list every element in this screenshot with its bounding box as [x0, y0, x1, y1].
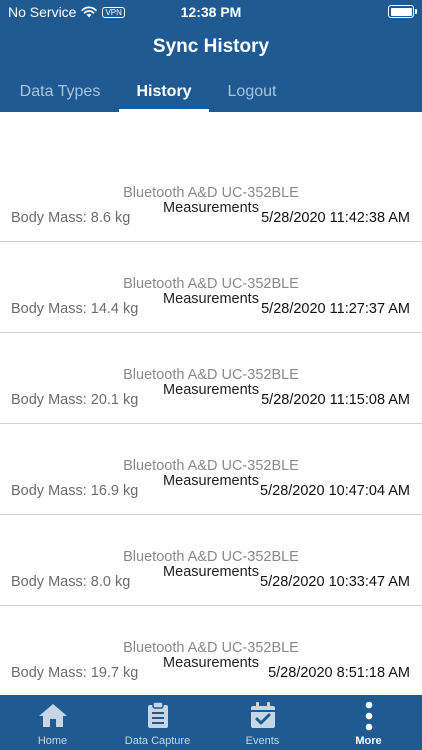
record-date: 5/28/2020 10:33:47 AM [260, 574, 410, 590]
nav-more[interactable]: More [315, 695, 422, 750]
divider [0, 332, 422, 333]
record-date: 5/28/2020 11:27:37 AM [261, 301, 410, 317]
list-item[interactable]: Measurements Bluetooth A&D UC-352BLE Bod… [0, 332, 422, 423]
record-device: Bluetooth A&D UC-352BLE [123, 276, 299, 292]
nav-home[interactable]: Home [0, 695, 105, 750]
list-item[interactable]: Measurements Bluetooth A&D UC-352BLE Bod… [0, 423, 422, 514]
record-date: 5/28/2020 11:15:08 AM [261, 392, 410, 408]
record-device: Bluetooth A&D UC-352BLE [123, 549, 299, 565]
record-value: Body Mass: 16.9 kg [11, 483, 139, 499]
record-date: 5/28/2020 10:47:04 AM [260, 483, 410, 499]
list-item[interactable]: Measurements Bluetooth A&D UC-352BLE Bod… [0, 514, 422, 605]
tab-history[interactable]: History [119, 80, 209, 112]
calendar-check-icon [250, 702, 275, 728]
nav-events-label: Events [245, 735, 280, 747]
bottom-tab-bar: Home Data Capture Events More [0, 695, 422, 750]
nav-more-label: More [355, 735, 382, 747]
status-bar: No Service VPN 12:38 PM [0, 0, 422, 24]
nav-home-label: Home [37, 735, 68, 747]
record-device: Bluetooth A&D UC-352BLE [123, 458, 299, 474]
divider [0, 605, 422, 606]
list-item[interactable]: Measurements Bluetooth A&D UC-352BLE Bod… [0, 605, 422, 695]
record-value: Body Mass: 19.7 kg [11, 665, 139, 681]
battery-icon [388, 5, 417, 18]
divider [0, 423, 422, 424]
tab-data-types[interactable]: Data Types [16, 80, 104, 112]
record-value: Body Mass: 8.6 kg [11, 210, 131, 226]
sync-history-list[interactable]: Measurements Bluetooth A&D UC-352BLE Bod… [0, 112, 422, 695]
clipboard-icon [147, 701, 168, 728]
home-icon [38, 704, 67, 727]
nav-data-capture-label: Data Capture [124, 735, 191, 747]
record-device: Bluetooth A&D UC-352BLE [123, 367, 299, 383]
divider [0, 514, 422, 515]
status-time: 12:38 PM [180, 4, 242, 20]
record-device: Bluetooth A&D UC-352BLE [123, 640, 299, 656]
top-tabs: Data Types History Logout [0, 80, 422, 112]
app-header: No Service VPN 12:38 PM Sync History Dat… [0, 0, 422, 112]
page-title: Sync History [152, 36, 270, 57]
list-item[interactable]: Measurements Bluetooth A&D UC-352BLE Bod… [0, 241, 422, 332]
record-value: Body Mass: 14.4 kg [11, 301, 139, 317]
record-value: Body Mass: 8.0 kg [11, 574, 131, 590]
record-value: Body Mass: 20.1 kg [11, 392, 139, 408]
record-date: 5/28/2020 11:42:38 AM [261, 210, 410, 226]
record-date: 5/28/2020 8:51:18 AM [268, 665, 410, 681]
tab-logout[interactable]: Logout [222, 80, 282, 112]
nav-data-capture[interactable]: Data Capture [105, 695, 210, 750]
divider [0, 241, 422, 242]
record-device: Bluetooth A&D UC-352BLE [123, 185, 299, 201]
more-vertical-icon [365, 701, 372, 731]
list-item[interactable]: Measurements Bluetooth A&D UC-352BLE Bod… [0, 150, 422, 241]
nav-events[interactable]: Events [210, 695, 315, 750]
